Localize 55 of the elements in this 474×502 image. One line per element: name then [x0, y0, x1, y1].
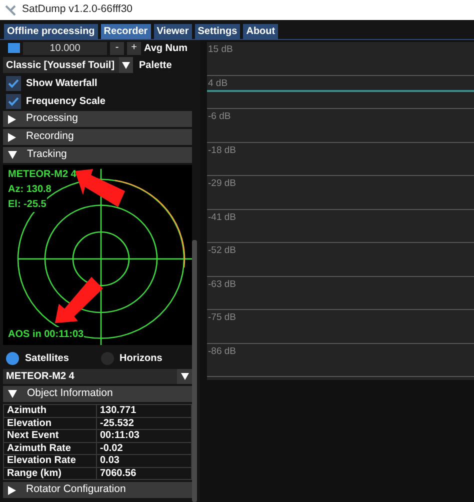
- table-cell: Range (km): [4, 468, 97, 479]
- radio-button[interactable]: Horizons: [98, 350, 192, 366]
- section-header[interactable]: Rotator Configuration: [3, 482, 192, 498]
- window-title: SatDump v1.2.0-66fff30: [22, 2, 133, 18]
- db-axis-label: -75 dB: [208, 311, 236, 325]
- avg-num-label: Avg Num: [144, 42, 188, 56]
- section-header[interactable]: Processing: [3, 111, 192, 127]
- section-header[interactable]: Recording: [3, 129, 192, 145]
- tab[interactable]: Offline processing: [4, 24, 98, 39]
- table-cell: Azimuth: [4, 405, 97, 416]
- checkmark-icon: [8, 78, 19, 88]
- db-axis-label: 15 dB: [208, 43, 233, 57]
- db-axis-label: -86 dB: [208, 344, 236, 358]
- increment-button[interactable]: +: [127, 42, 141, 54]
- dropdown-arrow-icon: [180, 373, 188, 380]
- satellite-name-label: METEOR-M2 4: [8, 168, 76, 182]
- tab[interactable]: Settings: [194, 24, 240, 39]
- radio-button[interactable]: Satellites: [3, 350, 98, 366]
- table-cell: Next Event: [4, 430, 97, 442]
- dropdown-arrow-icon: [122, 62, 130, 68]
- checkbox-label: Show Waterfall: [26, 76, 98, 90]
- avg-num-input[interactable]: 10.000: [23, 42, 107, 54]
- expand-triangle-icon: [8, 486, 16, 494]
- db-axis-label: -18 dB: [208, 144, 236, 158]
- annotation-arrow-icon: [53, 275, 103, 325]
- tab[interactable]: Viewer: [154, 24, 192, 39]
- satellite-dropdown[interactable]: METEOR-M2 4: [3, 369, 192, 384]
- scrollbar-thumb[interactable]: [192, 240, 197, 502]
- decrement-button[interactable]: -: [110, 42, 124, 54]
- palette-dropdown[interactable]: Classic [Youssef Touil]: [3, 57, 133, 73]
- db-axis-label: -63 dB: [208, 278, 236, 292]
- checkbox[interactable]: [6, 94, 21, 108]
- annotation-arrow-icon: [75, 169, 125, 207]
- table-cell: Elevation: [4, 418, 97, 429]
- azimuth-label: Az: 130.8: [8, 183, 52, 197]
- db-axis-label: -52 dB: [208, 244, 236, 258]
- db-axis-label: -6 dB: [208, 110, 231, 124]
- checkmark-icon: [8, 96, 19, 106]
- palette-label: Palette: [139, 58, 172, 72]
- collapse-triangle-icon: [8, 151, 17, 159]
- elevation-label: El: -25.5: [8, 197, 48, 212]
- db-axis-label: -29 dB: [208, 177, 236, 191]
- db-axis-label: 4 dB: [208, 76, 228, 90]
- collapse-triangle-icon: [8, 390, 17, 398]
- table-cell: Elevation Rate: [4, 455, 97, 466]
- section-header[interactable]: Object Information: [3, 386, 192, 402]
- app-icon: [4, 4, 17, 16]
- checkbox[interactable]: [6, 76, 21, 90]
- section-header[interactable]: Tracking: [3, 147, 192, 163]
- tab[interactable]: Recorder: [100, 24, 151, 39]
- checkbox-label: Frequency Scale: [26, 94, 106, 108]
- color-checkbox[interactable]: [8, 43, 20, 53]
- table-cell: Azimuth Rate: [4, 442, 97, 454]
- tab[interactable]: About: [243, 24, 278, 39]
- db-axis-label: -41 dB: [208, 210, 236, 224]
